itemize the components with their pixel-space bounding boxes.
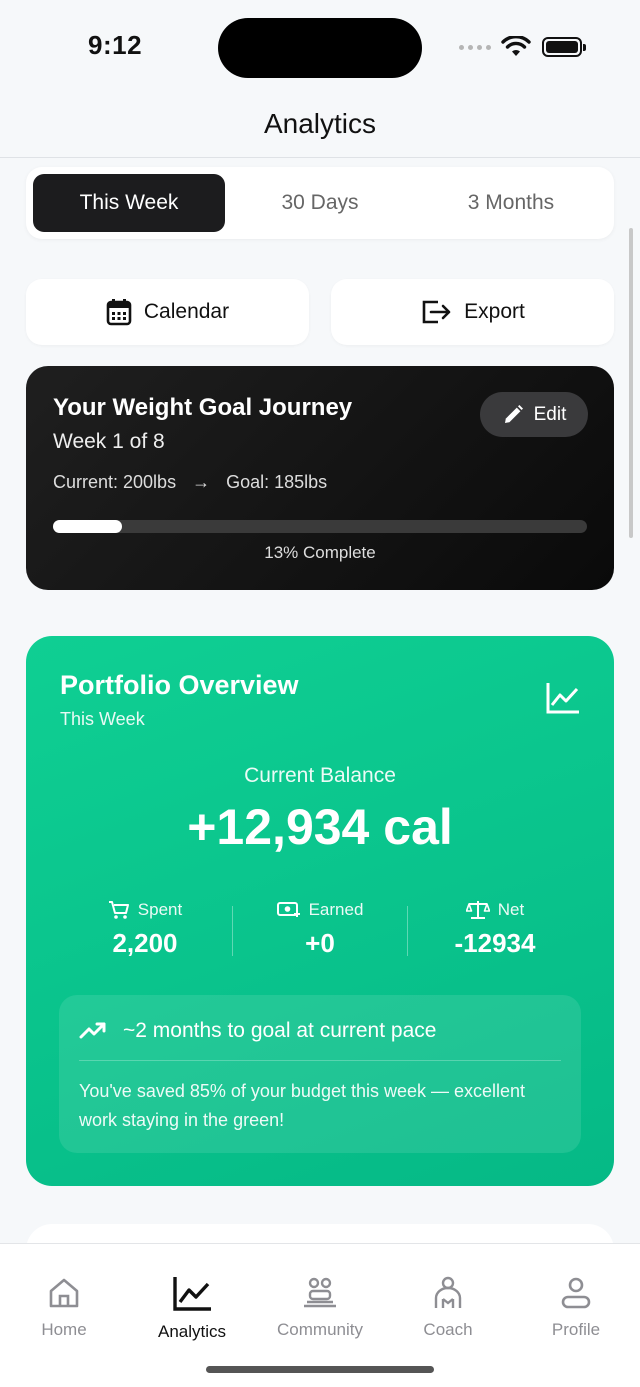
tab-analytics[interactable]: Analytics bbox=[128, 1276, 256, 1342]
tab-coach[interactable]: Coach bbox=[384, 1276, 512, 1340]
current-weight: Current: 200lbs bbox=[53, 472, 177, 492]
stat-net: Net -12934 bbox=[410, 900, 580, 959]
calendar-label: Calendar bbox=[143, 300, 230, 323]
export-button[interactable]: Export bbox=[331, 279, 614, 345]
tab-analytics-label: Analytics bbox=[157, 1322, 227, 1341]
cart-icon bbox=[108, 901, 129, 919]
portfolio-subtitle: This Week bbox=[60, 709, 145, 729]
goal-weight: Goal: 185lbs bbox=[226, 472, 328, 492]
status-time: 9:12 bbox=[88, 30, 143, 60]
export-icon bbox=[422, 300, 451, 324]
export-label: Export bbox=[464, 300, 525, 323]
goal-progress-bar bbox=[53, 520, 587, 533]
calendar-button[interactable]: Calendar bbox=[26, 279, 309, 345]
segment-this-week[interactable]: This Week bbox=[33, 174, 225, 232]
status-bar: 9:12 bbox=[0, 0, 640, 96]
period-segmented-control: This Week 30 Days 3 Months bbox=[26, 167, 614, 239]
edit-goal-button[interactable]: Edit bbox=[480, 392, 588, 437]
balance-label: Current Balance bbox=[244, 764, 396, 787]
tab-coach-label: Coach bbox=[423, 1320, 473, 1339]
stat-divider bbox=[232, 906, 233, 956]
nav-divider bbox=[0, 157, 640, 158]
cellular-signal-icon bbox=[459, 45, 491, 50]
goal-weights: Current: 200lbs → Goal: 185lbs bbox=[53, 472, 327, 493]
portfolio-title: Portfolio Overview bbox=[60, 670, 299, 700]
tab-community[interactable]: Community bbox=[256, 1276, 384, 1340]
line-chart-icon bbox=[546, 683, 579, 714]
portfolio-overview-card: Portfolio Overview This Week Current Bal… bbox=[26, 636, 614, 1186]
segment-30-days[interactable]: 30 Days bbox=[224, 174, 416, 232]
scale-icon bbox=[465, 901, 490, 919]
edit-label: Edit bbox=[533, 403, 567, 425]
tab-home[interactable]: Home bbox=[0, 1276, 128, 1340]
stat-spent-value: 2,200 bbox=[112, 928, 178, 958]
chart-icon bbox=[173, 1277, 211, 1311]
pencil-icon bbox=[504, 404, 523, 423]
insight-headline: ~2 months to goal at current pace bbox=[123, 1019, 437, 1042]
stat-net-value: -12934 bbox=[454, 928, 536, 958]
arrow-right-icon: → bbox=[192, 472, 211, 492]
insight-text: You've saved 85% of your budget this wee… bbox=[79, 1081, 526, 1130]
insight-divider bbox=[79, 1060, 561, 1061]
community-icon bbox=[304, 1277, 336, 1308]
wifi-icon bbox=[501, 36, 531, 56]
battery-icon bbox=[542, 37, 586, 57]
trending-up-icon bbox=[79, 1022, 106, 1039]
stat-divider bbox=[407, 906, 408, 956]
tab-profile-label: Profile bbox=[551, 1320, 601, 1339]
goal-week: Week 1 of 8 bbox=[53, 430, 165, 453]
stat-spent-label: Spent bbox=[137, 900, 183, 919]
tab-community-label: Community bbox=[277, 1320, 363, 1339]
coach-icon bbox=[434, 1276, 462, 1308]
scrollbar[interactable] bbox=[629, 228, 633, 538]
stat-earned-value: +0 bbox=[305, 928, 335, 958]
goal-progress-fill bbox=[53, 520, 123, 533]
home-indicator[interactable] bbox=[206, 1366, 434, 1373]
dynamic-island bbox=[218, 18, 422, 78]
stat-spent: Spent 2,200 bbox=[60, 900, 230, 959]
pace-insight-box: ~2 months to goal at current pace You've… bbox=[59, 995, 581, 1153]
profile-icon bbox=[561, 1277, 591, 1309]
progress-label: 13% Complete bbox=[264, 543, 376, 562]
segment-3-months[interactable]: 3 Months bbox=[415, 174, 607, 232]
stat-net-label: Net bbox=[497, 900, 525, 919]
stat-earned-label: Earned bbox=[308, 900, 364, 919]
money-icon bbox=[276, 902, 300, 917]
tab-home-label: Home bbox=[41, 1320, 87, 1339]
calendar-icon bbox=[106, 299, 132, 326]
tab-profile[interactable]: Profile bbox=[512, 1276, 640, 1340]
page-title: Analytics bbox=[263, 108, 377, 139]
home-icon bbox=[49, 1278, 79, 1308]
weight-goal-card: Your Weight Goal Journey Week 1 of 8 Cur… bbox=[26, 366, 614, 590]
stat-earned: Earned +0 bbox=[235, 900, 405, 959]
goal-title: Your Weight Goal Journey bbox=[53, 394, 353, 421]
balance-value: +12,934 cal bbox=[187, 799, 453, 855]
